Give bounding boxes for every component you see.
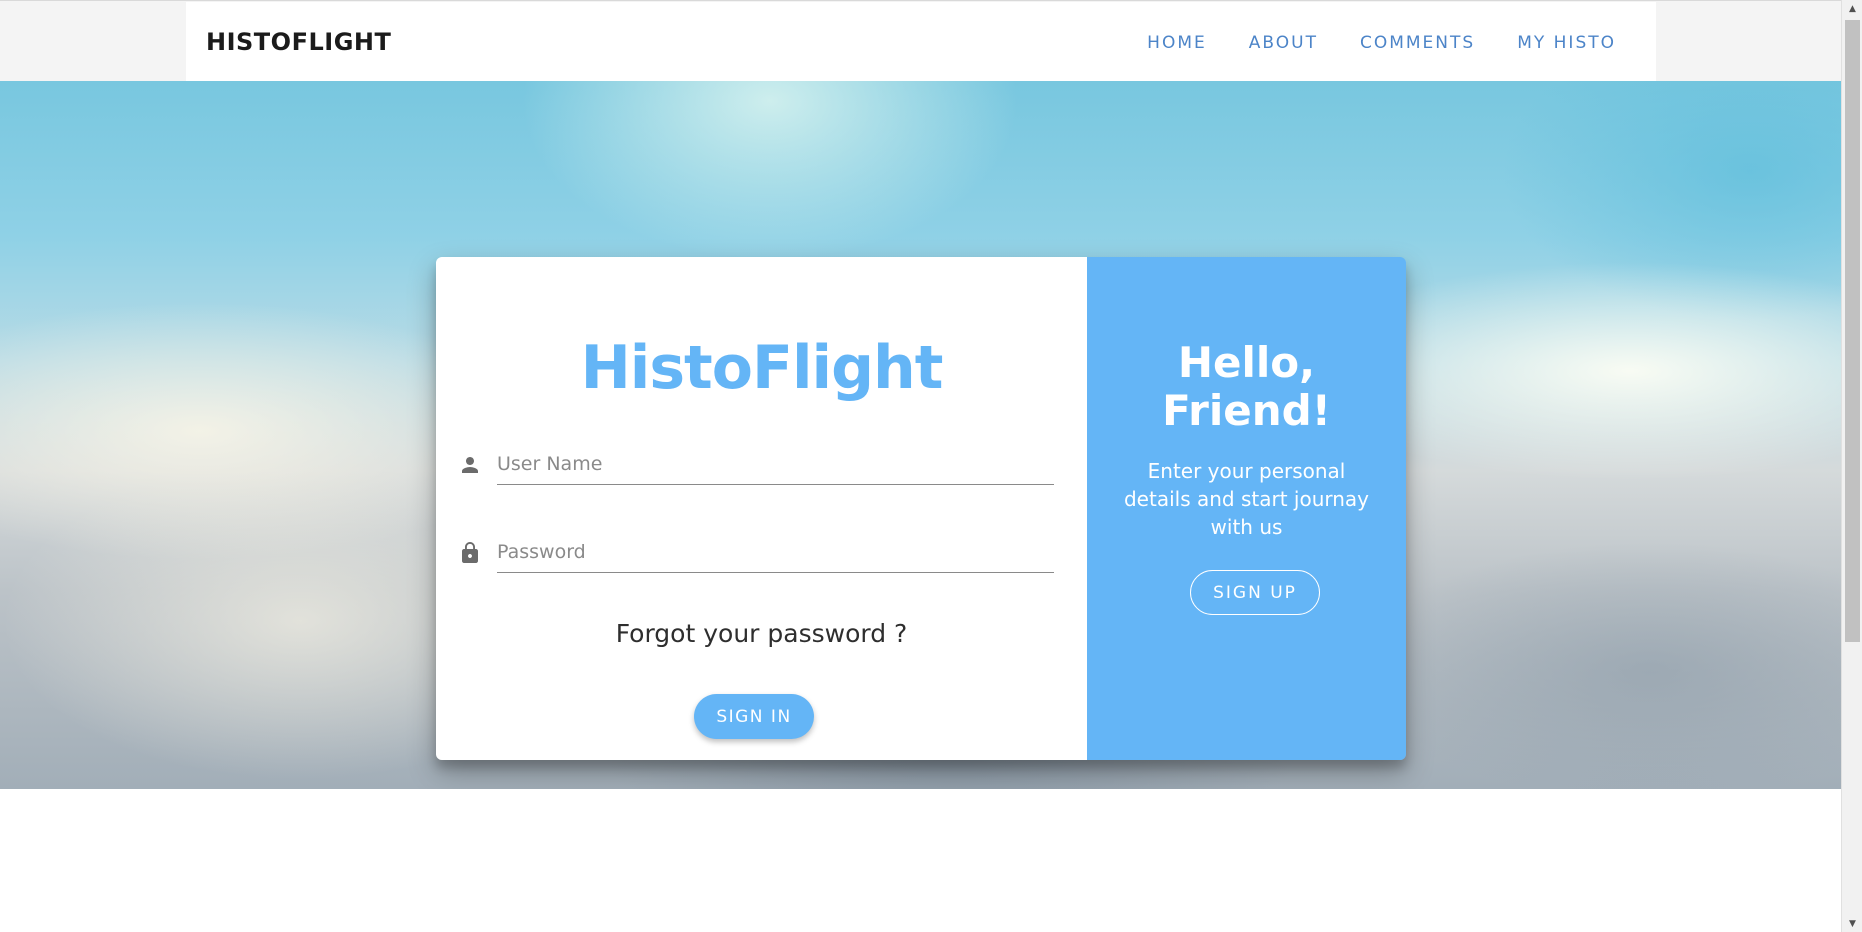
scroll-up-arrow-icon[interactable]: ▲ [1842,0,1862,17]
nav-about-link[interactable]: ABOUT [1249,33,1318,53]
username-field [458,445,1054,485]
scroll-down-arrow-icon[interactable]: ▼ [1842,915,1862,932]
page-scrollbar[interactable]: ▲ ▼ [1841,0,1862,932]
password-input[interactable] [497,533,1054,573]
brand-logo[interactable]: HISTOFLIGHT [206,28,391,56]
sign-in-form: HistoFlight Forgot your password ? SIGN … [436,257,1087,760]
password-field [458,533,1054,573]
auth-card: HistoFlight Forgot your password ? SIGN … [436,257,1406,760]
greeting-line-1: Hello, [1177,338,1316,387]
login-title: HistoFlight [580,333,944,403]
person-icon [458,453,482,477]
lock-icon [458,541,482,565]
hero-sky-background: HistoFlight Forgot your password ? SIGN … [0,81,1841,789]
greeting-line-2: Friend! [1162,386,1331,435]
sign-in-button[interactable]: SIGN IN [694,694,814,739]
sign-up-button[interactable]: SIGN UP [1190,570,1320,615]
greeting-heading: Hello, Friend! [1087,339,1406,435]
sign-up-panel: Hello, Friend! Enter your personal detai… [1087,257,1406,760]
sign-up-message: Enter your personal details and start jo… [1123,459,1370,539]
forgot-password-link[interactable]: Forgot your password ? [436,619,1087,648]
nav-my-histo-link[interactable]: MY HISTO [1517,33,1616,53]
nav-links: HOME ABOUT COMMENTS MY HISTO [1147,33,1616,53]
username-input[interactable] [497,445,1054,485]
nav-comments-link[interactable]: COMMENTS [1360,33,1475,53]
nav-home-link[interactable]: HOME [1147,33,1207,53]
navbar: HISTOFLIGHT HOME ABOUT COMMENTS MY HISTO [186,2,1656,82]
top-bar: HISTOFLIGHT HOME ABOUT COMMENTS MY HISTO [0,0,1841,82]
scrollbar-thumb[interactable] [1845,20,1860,642]
